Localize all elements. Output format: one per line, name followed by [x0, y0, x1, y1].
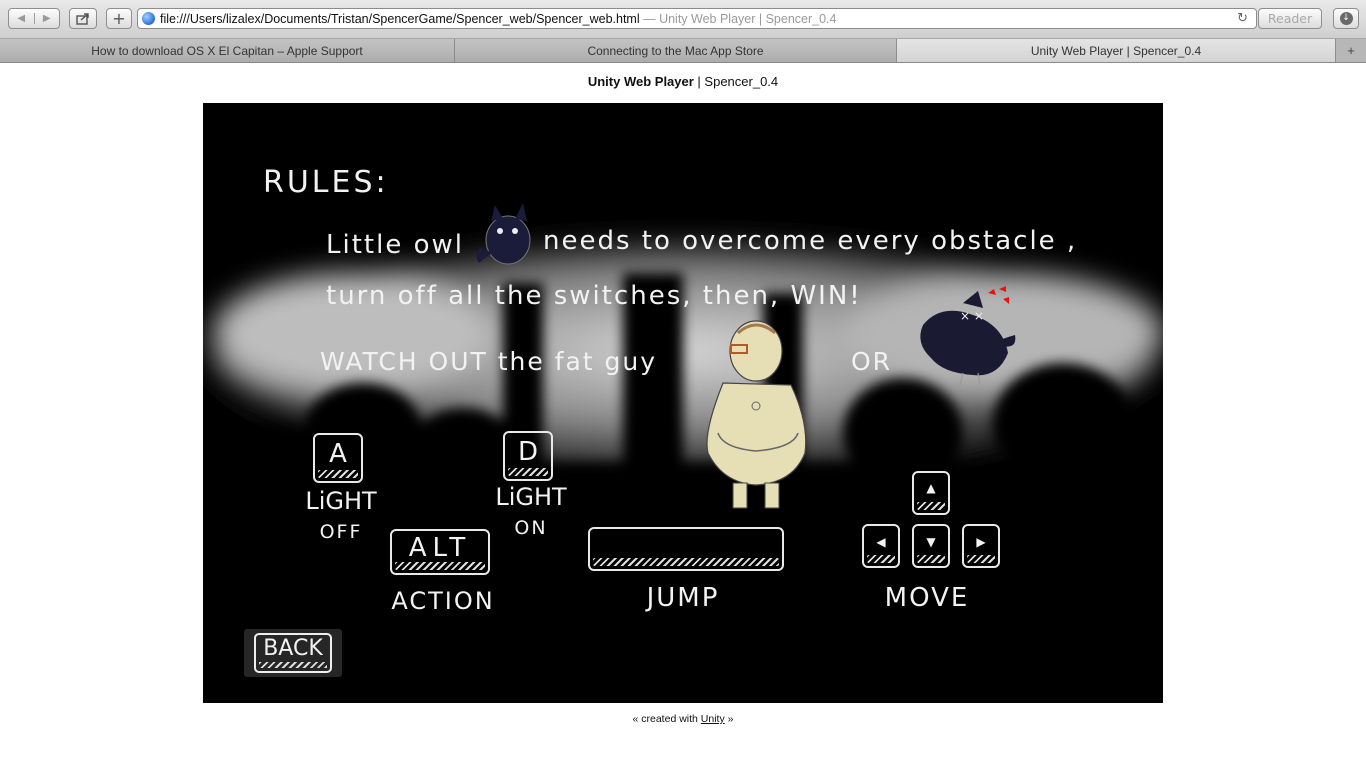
key-a-icon: A	[313, 433, 363, 483]
back-arrow-icon[interactable]: ◀	[9, 13, 34, 24]
move-label: MOVE	[884, 583, 970, 613]
back-button[interactable]: BACK	[244, 629, 342, 677]
share-button[interactable]	[69, 8, 97, 29]
new-tab-icon: +	[1347, 43, 1355, 58]
forward-arrow-icon[interactable]: ▶	[33, 13, 60, 24]
plus-icon: +	[112, 9, 126, 28]
download-arrow-icon: ↓	[1339, 12, 1353, 25]
rules-title: RULES:	[263, 165, 389, 200]
url-text[interactable]: file:///Users/lizalex/Documents/Tristan/…	[160, 12, 836, 26]
arrow-right-key-icon: ▶	[962, 524, 1000, 568]
tab-apple-support[interactable]: How to download OS X El Capitan – Apple …	[0, 39, 455, 62]
tab-mac-app-store[interactable]: Connecting to the Mac App Store	[455, 39, 897, 62]
url-title-suffix: — Unity Web Player | Spencer_0.4	[643, 12, 837, 26]
arrow-up-key-icon: ▲	[912, 471, 950, 515]
action-label: ACTION	[391, 587, 495, 615]
tab-unity-web-player[interactable]: Unity Web Player | Spencer_0.4	[897, 39, 1336, 62]
arrow-left-key-icon: ◀	[862, 524, 900, 568]
light-off-label: LiGHT	[305, 487, 377, 515]
globe-icon	[142, 12, 155, 25]
page-title: Unity Web Player | Spencer_0.4	[0, 74, 1366, 89]
page-title-bold: Unity Web Player	[587, 74, 694, 89]
rules-line-1-end: needs to overcome every obstacle ,	[543, 226, 1078, 256]
unity-player-canvas[interactable]: × × RULES: Little owl needs to overcome …	[203, 103, 1163, 703]
key-alt-icon: ALT	[390, 529, 490, 575]
add-bookmark-button[interactable]: +	[106, 8, 132, 29]
rules-line-2: turn off all the switches, then, WIN!	[326, 281, 862, 311]
light-on-label-2: ON	[514, 517, 548, 539]
key-d-icon: D	[503, 431, 553, 481]
back-button-label: BACK	[254, 633, 332, 673]
address-bar[interactable]: file:///Users/lizalex/Documents/Tristan/…	[137, 8, 1257, 29]
back-forward-buttons[interactable]: ◀ ▶	[8, 8, 60, 29]
downloads-button[interactable]: ↓	[1333, 8, 1359, 29]
url-path: file:///Users/lizalex/Documents/Tristan/…	[160, 12, 640, 26]
reader-button[interactable]: Reader	[1258, 8, 1322, 29]
browser-toolbar: ◀ ▶ + file:///Users/lizalex/Documents/Tr…	[0, 0, 1366, 39]
tab-label: Unity Web Player | Spencer_0.4	[1030, 43, 1202, 58]
new-tab-button[interactable]: +	[1336, 39, 1366, 62]
light-on-label: LiGHT	[495, 483, 567, 511]
tab-label: Connecting to the Mac App Store	[587, 43, 764, 58]
owl-character	[476, 203, 531, 265]
arrow-down-key-icon: ▼	[912, 524, 950, 568]
tab-label: How to download OS X El Capitan – Apple …	[91, 43, 363, 58]
rules-line-3: WATCH OUT the fat guy	[320, 347, 658, 376]
jump-label: JUMP	[646, 583, 720, 613]
svg-text:× ×: × ×	[960, 309, 984, 323]
rules-line-3-or: OR	[851, 347, 893, 376]
page-title-rest: Spencer_0.4	[704, 74, 779, 89]
light-off-label-2: OFF	[319, 521, 363, 543]
footer-prefix: « created with	[632, 713, 701, 725]
footer-suffix: »	[724, 713, 734, 725]
spacebar-key-icon	[588, 527, 784, 571]
page-title-separator: |	[693, 74, 705, 89]
page-footer: « created with Unity »	[0, 713, 1366, 725]
share-icon	[76, 12, 89, 25]
reload-icon[interactable]: ↻	[1237, 11, 1248, 26]
rules-line-1-start: Little owl	[326, 230, 464, 260]
unity-link[interactable]: Unity	[701, 713, 725, 725]
tab-bar: How to download OS X El Capitan – Apple …	[0, 39, 1366, 63]
